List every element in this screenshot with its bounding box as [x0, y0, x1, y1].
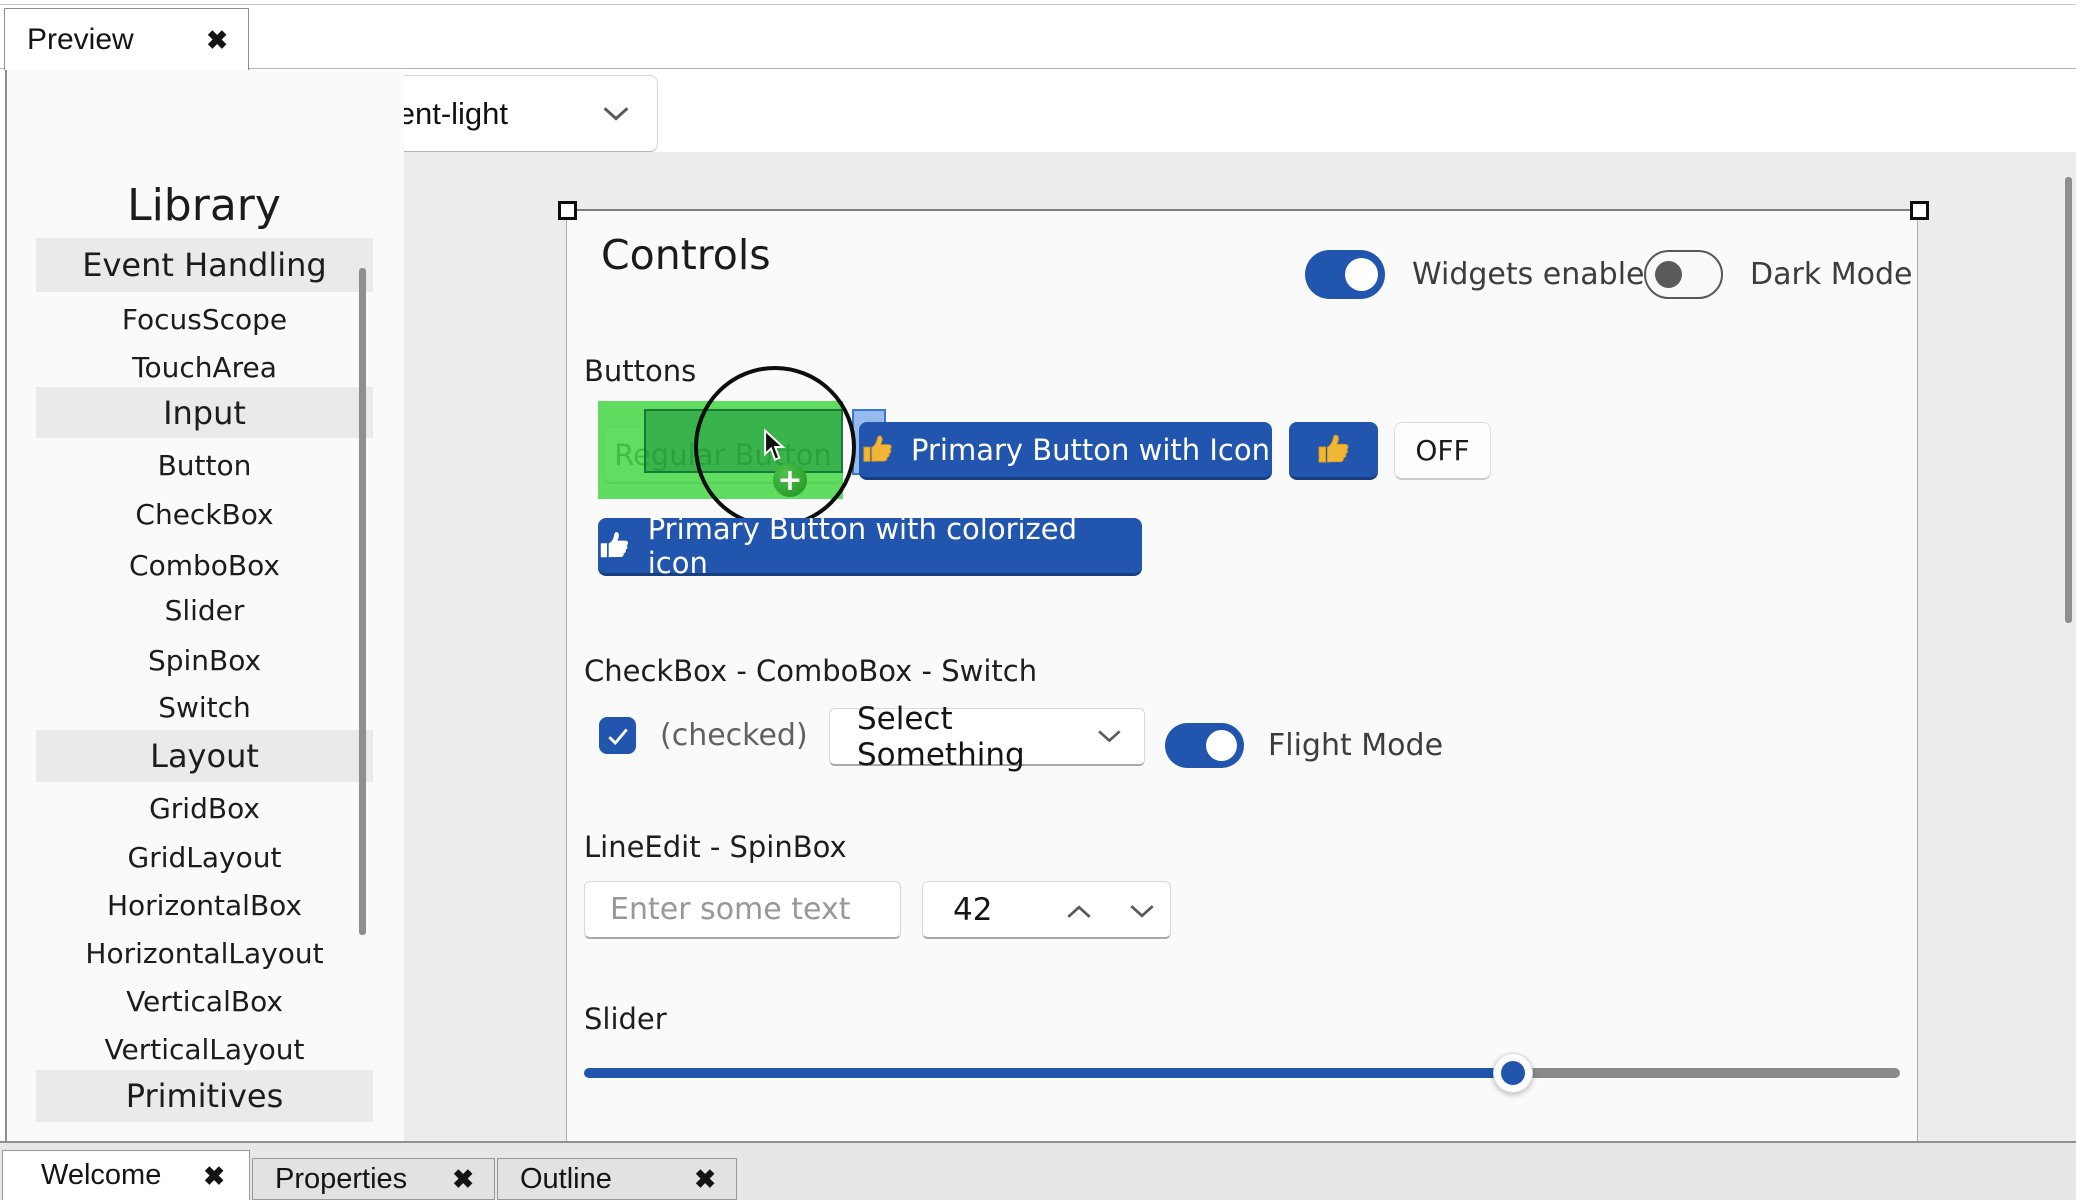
library-item-button[interactable]: Button [36, 441, 373, 489]
colorized-button-label: Primary Button with colorized icon [648, 512, 1142, 580]
slider-track-filled[interactable] [584, 1068, 1513, 1078]
primary-button-colorized[interactable]: Primary Button with colorized icon [598, 518, 1142, 576]
slider-handle[interactable] [1493, 1053, 1533, 1093]
primary-button-label: Primary Button with Icon [911, 433, 1270, 467]
library-item-checkbox[interactable]: CheckBox [36, 490, 373, 538]
library-section-input[interactable]: Input [36, 387, 373, 438]
plus-icon: + [777, 463, 802, 498]
spinbox-value: 42 [953, 892, 992, 928]
library-item-gridlayout[interactable]: GridLayout [36, 833, 373, 881]
tab-properties[interactable]: Properties ✖ [252, 1158, 495, 1200]
dark-mode-toggle[interactable] [1644, 250, 1723, 299]
toggle-knob [1206, 730, 1237, 761]
spinbox-increment-icon[interactable] [1065, 904, 1093, 919]
library-title: Library [20, 180, 388, 231]
library-item-verticalbox[interactable]: VerticalBox [36, 977, 373, 1025]
close-icon[interactable]: ✖ [452, 1166, 474, 1192]
check-icon [605, 723, 631, 749]
library-item-switch[interactable]: Switch [36, 683, 373, 731]
library-item-horizontallayout[interactable]: HorizontalLayout [36, 929, 373, 977]
selection-handle-top-right[interactable] [1910, 201, 1929, 220]
combo-section-heading: CheckBox - ComboBox - Switch [584, 654, 1037, 688]
library-scrollbar[interactable] [359, 268, 366, 935]
primary-button-with-icon[interactable]: Primary Button with Icon [859, 422, 1272, 480]
checkbox-checked[interactable] [599, 717, 636, 754]
library-item-combobox[interactable]: ComboBox [36, 541, 373, 589]
library-item-slider[interactable]: Slider [36, 586, 373, 634]
toggle-knob [1345, 258, 1378, 291]
tab-welcome-label: Welcome [41, 1159, 161, 1192]
thumbs-up-icon-white [598, 529, 632, 563]
tab-preview-label: Preview [27, 23, 134, 57]
slider-heading: Slider [584, 1002, 667, 1036]
select-something-combobox[interactable]: Select Something [829, 708, 1145, 766]
library-item-horizontalbox[interactable]: HorizontalBox [36, 881, 373, 929]
library-item-toucharea[interactable]: TouchArea [36, 343, 373, 391]
toggle-knob [1655, 261, 1682, 288]
edit-section-heading: LineEdit - SpinBox [584, 830, 847, 864]
mouse-cursor-icon [763, 429, 787, 462]
window-top-border [0, 4, 2076, 5]
widgets-enabled-toggle[interactable] [1305, 250, 1385, 299]
panel-title: Controls [601, 231, 771, 279]
preview-tabbar-baseline [0, 68, 2076, 69]
controls-panel[interactable]: Controls Widgets enabled Dark Mode Butto… [566, 209, 1918, 1141]
buttons-heading: Buttons [584, 354, 696, 388]
slider-track-empty[interactable] [1513, 1068, 1900, 1078]
dark-mode-label: Dark Mode [1750, 250, 1912, 299]
close-icon[interactable]: ✖ [206, 27, 228, 53]
widgets-enabled-label: Widgets enabled [1412, 250, 1664, 299]
drag-add-badge: + [773, 463, 807, 497]
spinbox-decrement-icon[interactable] [1128, 904, 1156, 919]
library-section-layout[interactable]: Layout [36, 730, 373, 782]
library-section-primitives[interactable]: Primitives [36, 1070, 373, 1122]
close-icon[interactable]: ✖ [203, 1163, 225, 1189]
slider-handle-dot [1501, 1061, 1525, 1085]
chevron-down-icon [601, 106, 631, 122]
library-item-focusscope[interactable]: FocusScope [36, 295, 373, 343]
spinbox[interactable]: 42 [922, 881, 1171, 939]
thumbs-up-icon-button[interactable] [1289, 422, 1378, 480]
tab-outline-label: Outline [520, 1163, 612, 1196]
selection-handle-top-left[interactable] [558, 201, 577, 220]
design-canvas[interactable]: Controls Widgets enabled Dark Mode Butto… [404, 152, 2076, 1141]
combobox-value: Select Something [857, 701, 1097, 773]
line-edit-input[interactable] [585, 892, 900, 927]
flight-mode-label: Flight Mode [1268, 721, 1443, 770]
thumbs-up-icon [1316, 432, 1352, 468]
library-item-spinbox[interactable]: SpinBox [36, 636, 373, 684]
library-section-event-handling[interactable]: Event Handling [36, 238, 373, 292]
tab-preview[interactable]: Preview ✖ [4, 8, 249, 70]
tab-properties-label: Properties [275, 1163, 407, 1196]
thumbs-up-icon [861, 433, 895, 467]
chevron-down-icon [1097, 729, 1122, 744]
line-edit[interactable] [584, 881, 901, 939]
tab-welcome[interactable]: Welcome ✖ [2, 1150, 250, 1200]
library-item-verticallayout[interactable]: VerticalLayout [36, 1025, 373, 1073]
tab-outline[interactable]: Outline ✖ [497, 1158, 737, 1200]
canvas-scrollbar[interactable] [2065, 177, 2072, 623]
close-icon[interactable]: ✖ [694, 1166, 716, 1192]
library-item-gridbox[interactable]: GridBox [36, 784, 373, 832]
flight-mode-toggle[interactable] [1165, 723, 1244, 768]
checkbox-label: (checked) [660, 711, 808, 760]
off-toggle-button[interactable]: OFF [1394, 422, 1491, 480]
off-button-label: OFF [1415, 434, 1469, 467]
